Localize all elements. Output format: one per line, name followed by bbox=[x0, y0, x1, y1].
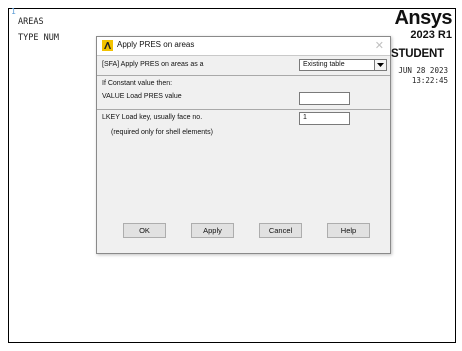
plot-label-areas: AREAS bbox=[18, 17, 44, 27]
lkey-field[interactable]: 1 bbox=[299, 112, 350, 125]
dialog-title: Apply PRES on areas bbox=[117, 40, 195, 49]
plot-label-type-num: TYPE NUM bbox=[18, 33, 59, 43]
chevron-down-icon[interactable] bbox=[374, 60, 386, 70]
lkey-note: (required only for shell elements) bbox=[111, 129, 213, 136]
ansys-logo: Ansys 2023 R1 bbox=[394, 8, 452, 41]
value-label: VALUE Load PRES value bbox=[102, 93, 182, 100]
ansys-app-icon bbox=[102, 40, 113, 51]
student-badge: STUDENT bbox=[391, 48, 444, 60]
value-field[interactable] bbox=[299, 92, 350, 105]
apply-as-value: Existing table bbox=[303, 61, 345, 68]
plot-time: 13:22:45 bbox=[411, 76, 448, 85]
separator bbox=[97, 75, 390, 76]
plot-date: JUN 28 2023 bbox=[398, 66, 448, 75]
apply-pres-dialog: Apply PRES on areas ✕ [SFA] Apply PRES o… bbox=[96, 36, 391, 254]
ok-button[interactable]: OK bbox=[123, 223, 166, 238]
brand-version: 2023 R1 bbox=[410, 29, 452, 41]
lkey-label: LKEY Load key, usually face no. bbox=[102, 114, 203, 121]
dialog-titlebar[interactable]: Apply PRES on areas ✕ bbox=[97, 37, 390, 56]
close-icon[interactable]: ✕ bbox=[375, 39, 384, 52]
cancel-button[interactable]: Cancel bbox=[259, 223, 302, 238]
constant-header: If Constant value then: bbox=[102, 80, 173, 87]
apply-as-dropdown[interactable]: Existing table bbox=[299, 59, 387, 71]
apply-as-label: [SFA] Apply PRES on areas as a bbox=[102, 61, 204, 68]
window-number: 1 bbox=[11, 7, 16, 16]
apply-button[interactable]: Apply bbox=[191, 223, 234, 238]
separator bbox=[97, 109, 390, 110]
help-button[interactable]: Help bbox=[327, 223, 370, 238]
brand-name: Ansys bbox=[394, 7, 452, 29]
